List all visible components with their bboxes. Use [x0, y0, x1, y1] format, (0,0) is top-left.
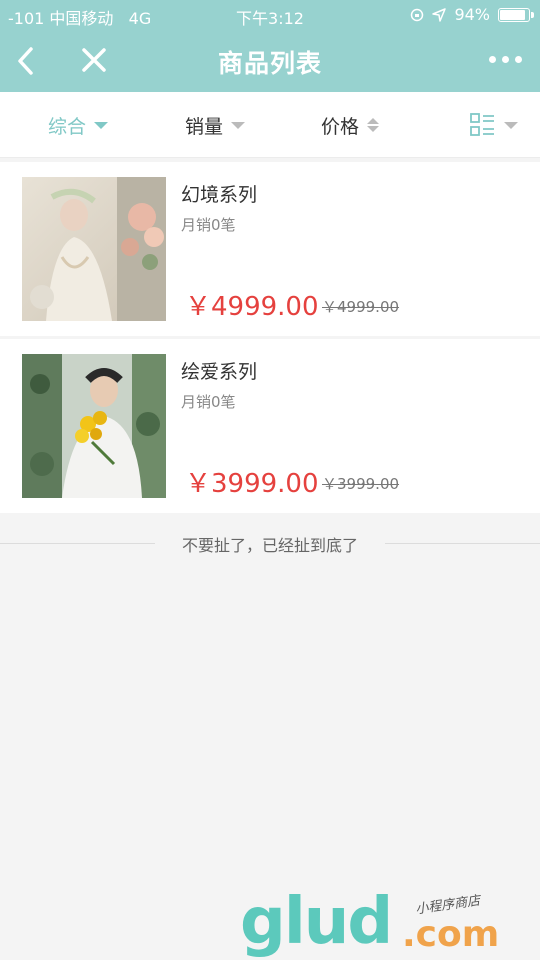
battery-percent: 94% [454, 5, 490, 24]
product-card[interactable]: 绘爱系列 月销0笔 ￥3999.00 ￥3999.00 [0, 339, 540, 513]
sort-updown-icon [367, 118, 380, 132]
nav-bar: 商品列表 [0, 30, 540, 92]
product-price: ￥3999.00 [185, 469, 319, 499]
caret-down-icon [504, 121, 518, 129]
product-name: 幻境系列 [181, 184, 258, 206]
layout-toggle-button[interactable] [470, 92, 518, 158]
product-original-price: ￥4999.00 [322, 298, 400, 316]
product-sales: 月销0笔 [181, 216, 236, 234]
product-image[interactable] [22, 177, 166, 321]
watermark-domain: .com [402, 914, 500, 955]
top-bar: -101 中国移动 4G 下午3:12 94% 商品列表 [0, 0, 540, 92]
filter-bar: 综合 销量 价格 [0, 92, 540, 158]
filter-label: 价格 [321, 115, 360, 138]
watermark-logo: glud .com 小程序商店 [240, 884, 540, 960]
page-title: 商品列表 [217, 49, 322, 78]
filter-label: 销量 [185, 115, 224, 138]
status-right: 94% [410, 5, 534, 24]
product-card[interactable]: 幻境系列 月销0笔 ￥4999.00 ￥4999.00 [0, 162, 540, 336]
orientation-lock-icon [411, 8, 424, 21]
end-of-list: 不要扯了，已经扯到底了 [0, 532, 540, 555]
filter-label: 综合 [48, 115, 87, 138]
filter-comprehensive[interactable]: 综合 [48, 92, 109, 158]
caret-down-icon [94, 121, 109, 129]
product-image[interactable] [22, 354, 166, 498]
location-icon [432, 7, 447, 22]
end-of-list-text: 不要扯了，已经扯到底了 [181, 536, 358, 555]
list-layout-icon [470, 113, 494, 136]
more-dots-icon[interactable] [489, 56, 522, 63]
product-original-price: ￥3999.00 [322, 475, 400, 493]
status-bar: -101 中国移动 4G 下午3:12 94% [0, 0, 540, 30]
filter-sales[interactable]: 销量 [185, 92, 246, 158]
battery-icon [498, 7, 534, 22]
filter-price[interactable]: 价格 [321, 92, 380, 158]
product-name: 绘爱系列 [181, 361, 258, 383]
caret-down-icon [231, 121, 246, 129]
product-sales: 月销0笔 [181, 393, 236, 411]
product-price: ￥4999.00 [185, 292, 319, 322]
watermark-main: glud [240, 885, 393, 959]
